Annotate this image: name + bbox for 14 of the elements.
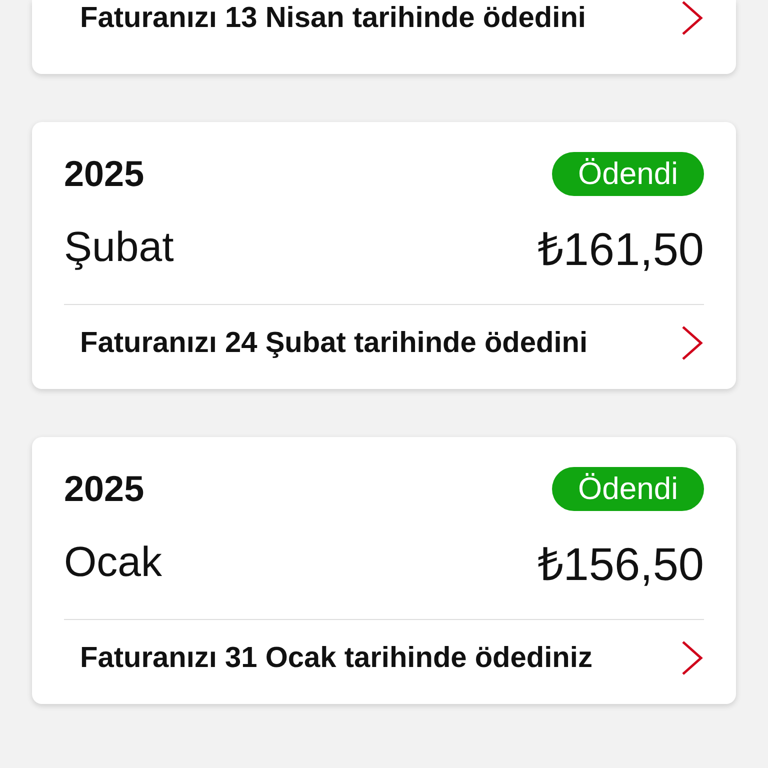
status-badge: Ödendi bbox=[552, 152, 704, 196]
bill-amount: ₺161,50 bbox=[537, 222, 704, 277]
bill-detail-link[interactable]: Faturanızı 13 Nisan tarihinde ödedini bbox=[64, 0, 704, 48]
chevron-right-icon bbox=[680, 640, 704, 676]
chevron-right-icon bbox=[680, 325, 704, 361]
bill-year: 2025 bbox=[64, 153, 144, 195]
chevron-right-icon bbox=[680, 0, 704, 36]
bill-month: Şubat bbox=[64, 223, 174, 271]
bill-amount: ₺156,50 bbox=[537, 537, 704, 592]
bill-month: Ocak bbox=[64, 538, 162, 586]
bill-year: 2025 bbox=[64, 468, 144, 510]
bill-detail-link[interactable]: Faturanızı 24 Şubat tarihinde ödedini bbox=[64, 305, 704, 373]
status-badge: Ödendi bbox=[552, 467, 704, 511]
bill-detail-link[interactable]: Faturanızı 31 Ocak tarihinde ödediniz bbox=[64, 620, 704, 688]
